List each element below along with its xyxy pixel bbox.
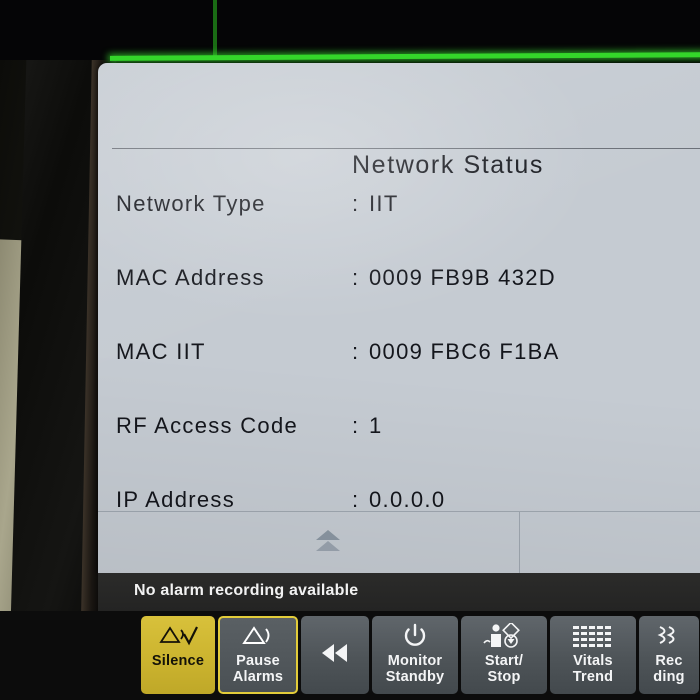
silence-label: Silence	[151, 653, 205, 669]
row-value: 0.0.0.0	[369, 487, 446, 512]
row-colon: :	[352, 191, 360, 216]
alarm-status-message: No alarm recording available	[134, 582, 359, 599]
row-label: RF Access Code	[116, 413, 299, 438]
vitals-trend-label: Vitals Trend	[572, 653, 614, 686]
recording-button[interactable]: Rec ding	[639, 616, 699, 694]
row-label: IP Address	[116, 487, 235, 512]
device-bezel-top	[0, 0, 700, 60]
recording-icon	[656, 623, 682, 649]
monitor-standby-button[interactable]: Monitor Standby	[372, 616, 458, 694]
row-label: MAC IIT	[116, 339, 206, 364]
nibp-start-stop-icon	[482, 623, 526, 649]
alarm-pause-icon	[241, 623, 275, 649]
start-stop-button[interactable]: Start/ Stop	[461, 616, 547, 694]
row-value: IIT	[369, 191, 399, 216]
row-network-type: Network Type : IIT	[98, 167, 700, 241]
title-separator	[112, 148, 700, 149]
footer-blank-cell[interactable]	[519, 512, 700, 573]
row-colon: :	[352, 339, 360, 364]
table-grid-icon	[572, 623, 614, 649]
dialog-footer-toolbar	[98, 512, 700, 573]
alarm-silence-icon	[157, 623, 199, 649]
device-screen-photo: Network Status Network Type : IIT MAC Ad…	[0, 0, 700, 700]
network-status-rows: Network Type : IIT MAC Address : 0009 FB…	[98, 167, 700, 537]
double-chevron-up-icon	[316, 530, 340, 554]
hard-key-bar: Silence Pause Alarms Monitor Standby Sta…	[0, 611, 700, 700]
silence-button[interactable]: Silence	[141, 616, 215, 694]
recording-label: Rec ding	[653, 653, 685, 686]
row-colon: :	[352, 413, 360, 438]
vitals-trend-button[interactable]: Vitals Trend	[550, 616, 636, 694]
rewind-back-icon	[318, 623, 352, 683]
power-icon	[402, 623, 428, 649]
start-stop-label: Start/ Stop	[484, 653, 524, 686]
row-label: MAC Address	[116, 265, 265, 290]
row-mac-iit: MAC IIT : 0009 FBC6 F1BA	[98, 315, 700, 389]
pause-alarms-button[interactable]: Pause Alarms	[218, 616, 298, 694]
row-value: 0009 FBC6 F1BA	[369, 339, 560, 364]
scroll-up-button[interactable]	[98, 512, 519, 573]
alarm-status-bar: No alarm recording available	[98, 573, 700, 611]
row-rf-access-code: RF Access Code : 1	[98, 389, 700, 463]
row-colon: :	[352, 265, 360, 290]
back-button[interactable]	[301, 616, 369, 694]
network-status-dialog: Network Status Network Type : IIT MAC Ad…	[98, 63, 700, 573]
monitor-standby-label: Monitor Standby	[385, 653, 445, 686]
row-mac-address: MAC Address : 0009 FB9B 432D	[98, 241, 700, 315]
row-colon: :	[352, 487, 360, 512]
row-value: 1	[369, 413, 383, 438]
status-led-tick	[213, 0, 217, 58]
row-value: 0009 FB9B 432D	[369, 265, 556, 290]
pause-alarms-label: Pause Alarms	[232, 653, 284, 686]
row-label: Network Type	[116, 191, 266, 216]
